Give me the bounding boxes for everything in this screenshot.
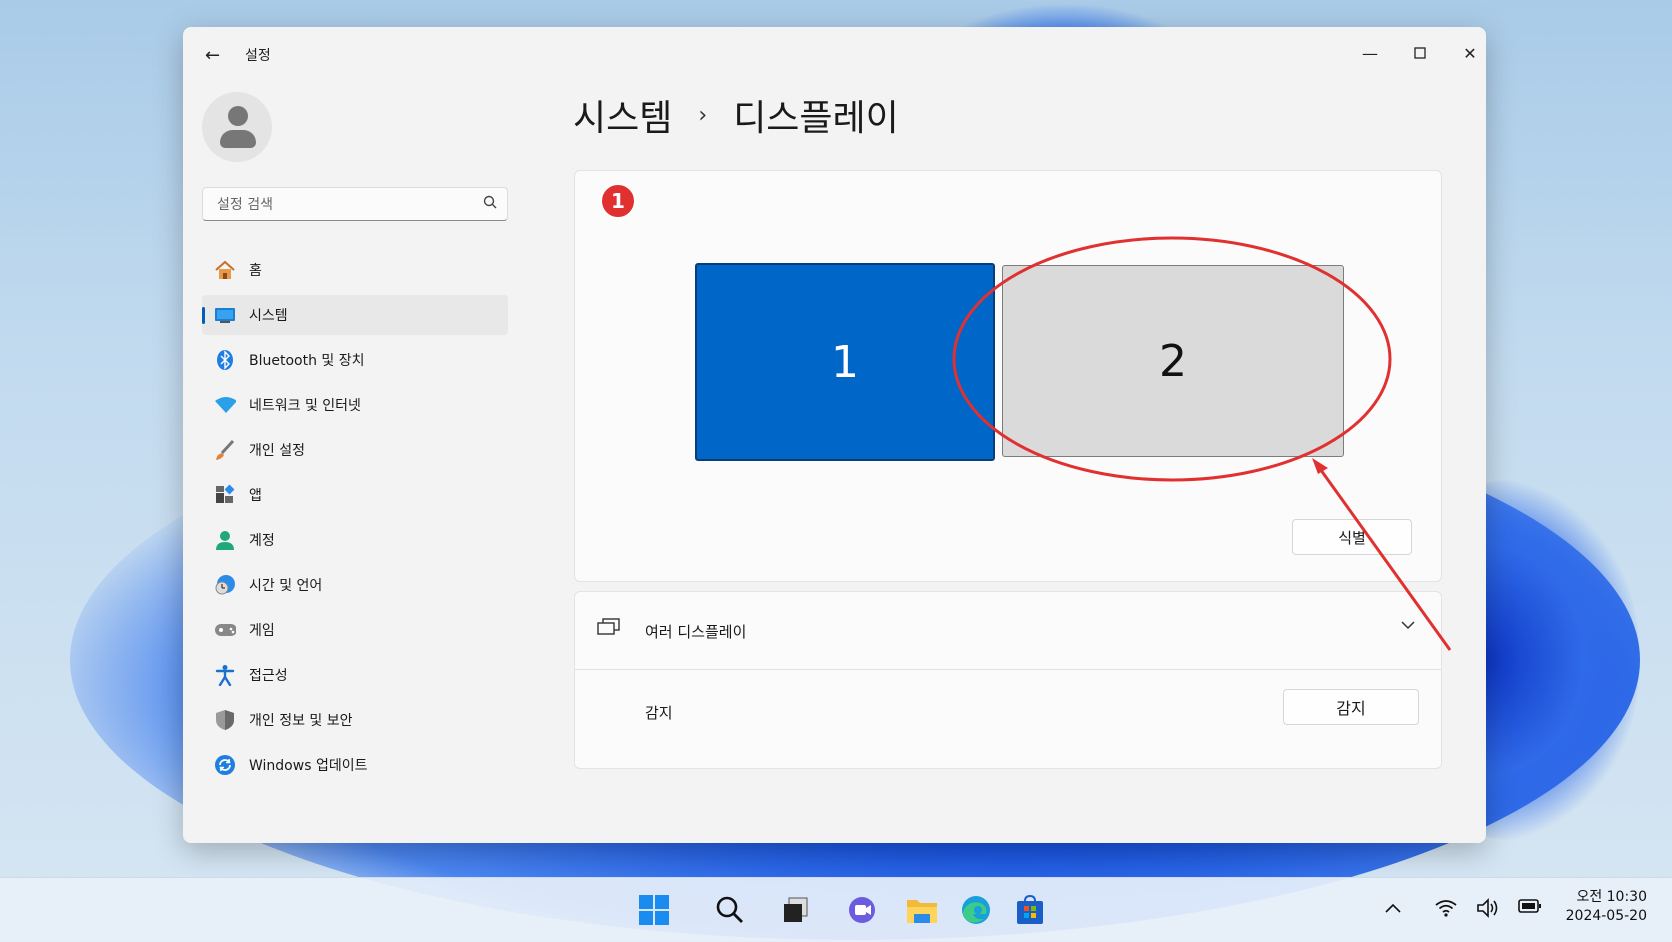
- sidebar-item-bluetooth[interactable]: Bluetooth 및 장치: [202, 340, 508, 380]
- breadcrumb: 시스템 › 디스플레이: [573, 89, 899, 141]
- clock-date: 2024-05-20: [1565, 908, 1647, 924]
- account-icon: [214, 529, 236, 551]
- chevron-down-icon[interactable]: [1401, 618, 1415, 634]
- start-icon[interactable]: [636, 892, 672, 928]
- monitor-2[interactable]: 2: [1002, 265, 1344, 457]
- search-input[interactable]: [215, 194, 469, 216]
- bluetooth-icon: [214, 349, 236, 371]
- shield-icon: [214, 709, 236, 731]
- window-title: 설정: [245, 48, 271, 64]
- sidebar-item-time-language[interactable]: 시간 및 언어: [202, 565, 508, 605]
- sidebar-item-home[interactable]: 홈: [202, 250, 508, 290]
- sidebar-item-network[interactable]: 네트워크 및 인터넷: [202, 385, 508, 425]
- sidebar-item-system[interactable]: 시스템: [202, 295, 508, 335]
- store-icon[interactable]: [1012, 892, 1048, 928]
- clock-time: 오전 10:30: [1576, 889, 1647, 905]
- monitor-1[interactable]: 1: [695, 263, 995, 461]
- settings-search-box[interactable]: [202, 187, 508, 221]
- close-button[interactable]: ✕: [1448, 37, 1486, 69]
- apps-icon: [214, 484, 236, 506]
- edge-icon[interactable]: [958, 892, 994, 928]
- detect-button[interactable]: 감지: [1283, 689, 1419, 725]
- accessibility-icon: [214, 664, 236, 686]
- settings-window: ← 설정 — ✕ 홈 시스템: [183, 27, 1486, 843]
- wifi-icon: [214, 394, 236, 416]
- detect-label: 감지: [645, 704, 673, 722]
- back-arrow-icon[interactable]: ←: [205, 45, 220, 66]
- task-view-icon[interactable]: [778, 892, 814, 928]
- page-title: 디스플레이: [733, 98, 899, 139]
- sidebar-item-accessibility[interactable]: 접근성: [202, 655, 508, 695]
- sidebar-item-accounts[interactable]: 계정: [202, 520, 508, 560]
- maximize-icon: [1414, 47, 1426, 59]
- chevron-up-icon[interactable]: [1384, 898, 1402, 919]
- multiple-displays-icon: [597, 618, 621, 641]
- identify-button[interactable]: 식별: [1292, 519, 1412, 555]
- update-icon: [214, 754, 236, 776]
- breadcrumb-parent[interactable]: 시스템: [573, 89, 672, 141]
- multiple-displays-card: 여러 디스플레이 감지 감지: [574, 591, 1442, 769]
- sidebar-item-gaming[interactable]: 게임: [202, 610, 508, 650]
- sidebar-item-personalization[interactable]: 개인 설정: [202, 430, 508, 470]
- sidebar-nav: 홈 시스템 Bluetooth 및 장치 네트워크 및 인터넷 개인 설정 앱 …: [202, 250, 508, 790]
- chat-icon[interactable]: [844, 892, 880, 928]
- maximize-button[interactable]: [1398, 37, 1442, 69]
- wifi-icon[interactable]: [1434, 898, 1458, 923]
- avatar[interactable]: [202, 92, 272, 162]
- breadcrumb-separator: ›: [698, 102, 708, 128]
- search-icon[interactable]: [712, 892, 748, 928]
- system-icon: [214, 304, 236, 326]
- title-bar: ← 설정 — ✕: [183, 27, 1486, 83]
- taskbar: 오전 10:30 2024-05-20: [0, 877, 1672, 942]
- volume-icon[interactable]: [1476, 898, 1500, 923]
- sidebar-item-privacy[interactable]: 개인 정보 및 보안: [202, 700, 508, 740]
- battery-icon[interactable]: [1518, 898, 1542, 919]
- display-arrangement-card: 1 1 2 식별: [574, 170, 1442, 582]
- brush-icon: [214, 439, 236, 461]
- clock[interactable]: 오전 10:30 2024-05-20: [1566, 888, 1647, 926]
- multiple-displays-label: 여러 디스플레이: [645, 623, 747, 641]
- minimize-button[interactable]: —: [1348, 37, 1392, 69]
- home-icon: [214, 259, 236, 281]
- sidebar-item-windows-update[interactable]: Windows 업데이트: [202, 745, 508, 785]
- search-icon[interactable]: [483, 195, 497, 213]
- step-badge: 1: [600, 183, 636, 219]
- sidebar-item-apps[interactable]: 앱: [202, 475, 508, 515]
- file-explorer-icon[interactable]: [904, 892, 940, 928]
- gamepad-icon: [214, 619, 236, 641]
- multiple-displays-expander[interactable]: 여러 디스플레이: [575, 592, 1441, 670]
- globe-clock-icon: [214, 574, 236, 596]
